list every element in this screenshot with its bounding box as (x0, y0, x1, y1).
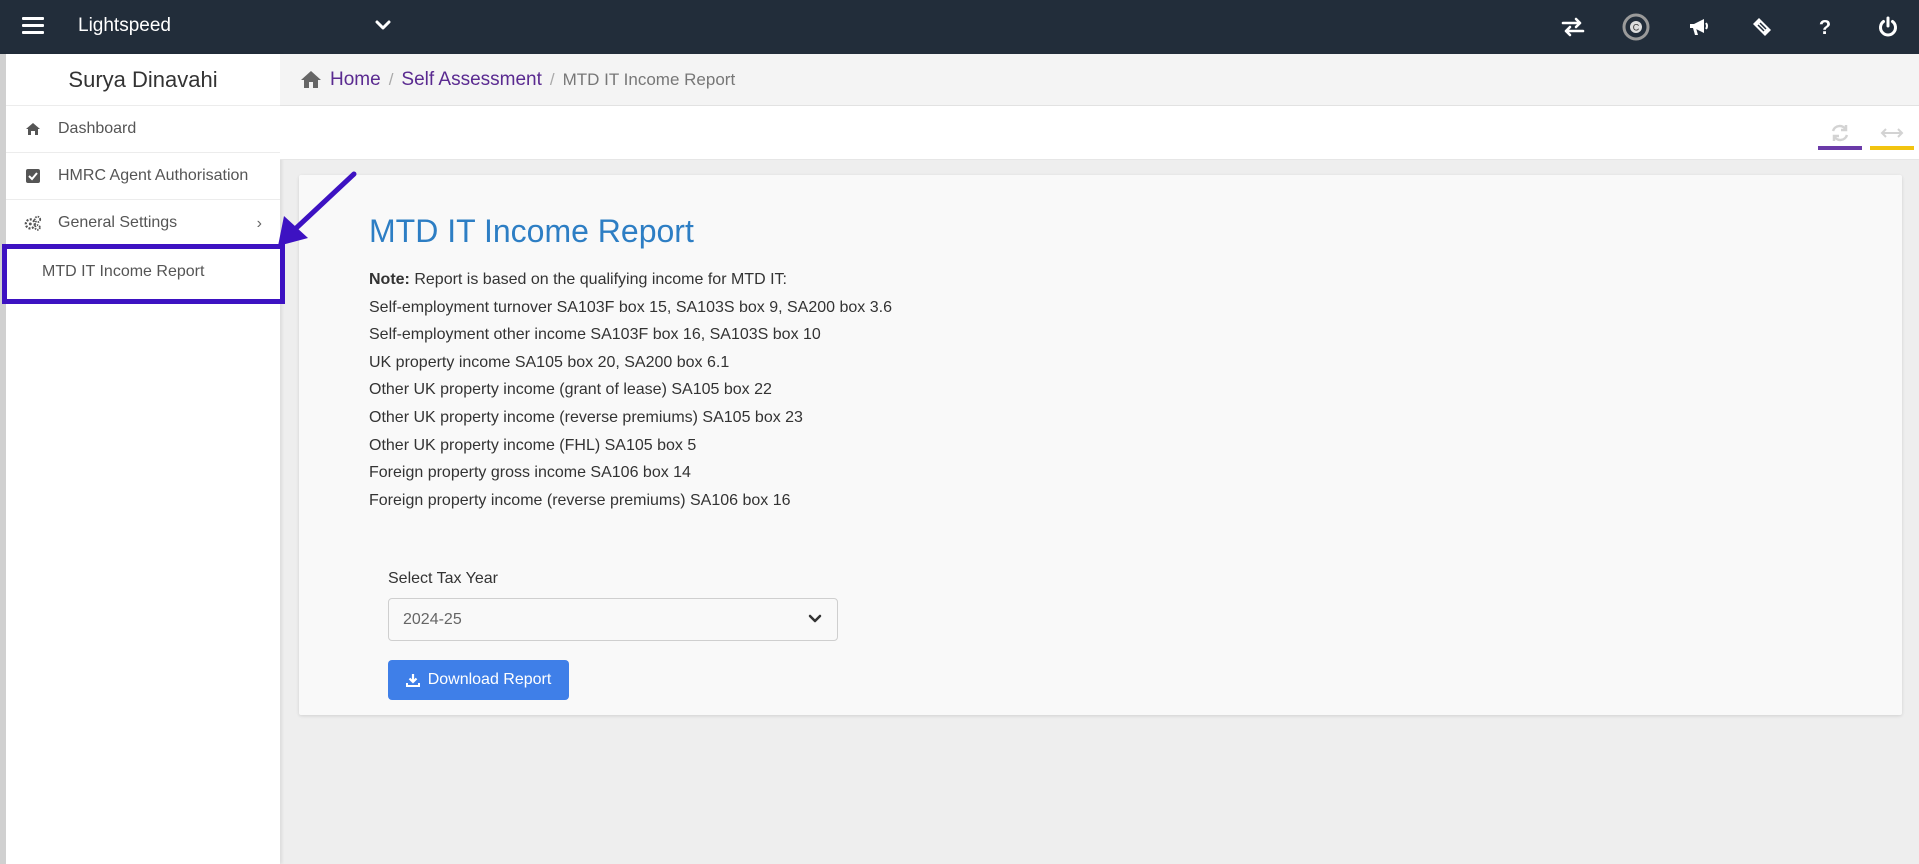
c-logo-icon[interactable]: C (1604, 0, 1667, 54)
note-section: Note: Report is based on the qualifying … (369, 266, 892, 514)
chevron-right-icon: › (256, 215, 262, 232)
chevron-down-icon[interactable] (372, 14, 394, 36)
hamburger-icon[interactable] (22, 17, 44, 35)
power-icon[interactable] (1856, 0, 1919, 54)
income-line: UK property income SA105 box 20, SA200 b… (369, 353, 730, 371)
note-label: Note: (369, 271, 410, 288)
page-title: MTD IT Income Report (369, 213, 694, 249)
refresh-accent-line (1818, 146, 1862, 150)
tax-year-label: Select Tax Year (388, 570, 499, 587)
income-line: Other UK property income (grant of lease… (369, 381, 772, 399)
breadcrumb-separator: / (388, 69, 394, 89)
sidebar-item-hmrc-agent-authorisation[interactable]: HMRC Agent Authorisation (6, 153, 280, 200)
top-icon-bar: C ? (1541, 0, 1919, 54)
svg-text:C: C (1632, 23, 1639, 33)
app-title: Lightspeed (78, 15, 171, 36)
home-icon (24, 120, 42, 138)
toolbar-strip (280, 106, 1919, 160)
income-line: Other UK property income (FHL) SA105 box… (369, 436, 697, 454)
income-line: Self-employment turnover SA103F box 15, … (369, 298, 892, 316)
expand-horizontal-icon (1880, 128, 1904, 138)
sidebar-item-label: General Settings (58, 214, 178, 231)
sidebar-item-label: MTD IT Income Report (42, 263, 205, 280)
download-icon (405, 673, 420, 687)
income-line: Self-employment other income SA103F box … (369, 326, 821, 344)
sidebar-item-general-settings[interactable]: General Settings › (6, 200, 280, 247)
sidebar-item-mtd-it-income-report[interactable]: MTD IT Income Report (6, 247, 280, 297)
note-line: Note: Report is based on the qualifying … (369, 266, 892, 294)
sidebar: Surya Dinavahi Dashboard HMRC Agent Auth… (0, 54, 280, 864)
breadcrumb-separator: / (549, 69, 555, 89)
expand-accent-line (1870, 146, 1914, 150)
download-report-label: Download Report (427, 671, 552, 688)
sidebar-item-label: HMRC Agent Authorisation (58, 167, 249, 184)
income-line: Other UK property income (reverse premiu… (369, 408, 803, 426)
income-line: Foreign property income (reverse premium… (369, 491, 791, 509)
refresh-icon (1831, 124, 1849, 142)
ticket-icon[interactable] (1730, 0, 1793, 54)
sidebar-item-dashboard[interactable]: Dashboard (6, 106, 280, 153)
gears-icon (24, 214, 42, 232)
refresh-button[interactable] (1818, 118, 1862, 150)
expand-button[interactable] (1870, 118, 1914, 150)
income-line: Foreign property gross income SA106 box … (369, 464, 691, 482)
top-navbar: Lightspeed C ? (0, 0, 1919, 54)
user-name: Surya Dinavahi (6, 54, 280, 106)
sidebar-item-label: Dashboard (58, 120, 137, 137)
download-report-button[interactable]: Download Report (388, 660, 569, 700)
tax-year-value: 2024-25 (403, 610, 462, 628)
home-icon[interactable] (300, 70, 322, 89)
megaphone-icon[interactable] (1667, 0, 1730, 54)
svg-text:?: ? (1818, 17, 1830, 37)
tax-year-select[interactable]: 2024-25 (388, 598, 838, 641)
breadcrumb: Home / Self Assessment / MTD IT Income R… (280, 54, 1919, 106)
breadcrumb-current: MTD IT Income Report (562, 69, 736, 89)
note-text: Report is based on the qualifying income… (409, 271, 787, 288)
breadcrumb-self-assessment[interactable]: Self Assessment (401, 69, 541, 91)
report-card: MTD IT Income Report Note: Report is bas… (299, 175, 1902, 715)
checkbox-icon (24, 167, 42, 185)
chevron-down-icon (807, 611, 823, 632)
breadcrumb-home[interactable]: Home (330, 69, 381, 91)
help-icon[interactable]: ? (1793, 0, 1856, 54)
switch-icon[interactable] (1541, 0, 1604, 54)
